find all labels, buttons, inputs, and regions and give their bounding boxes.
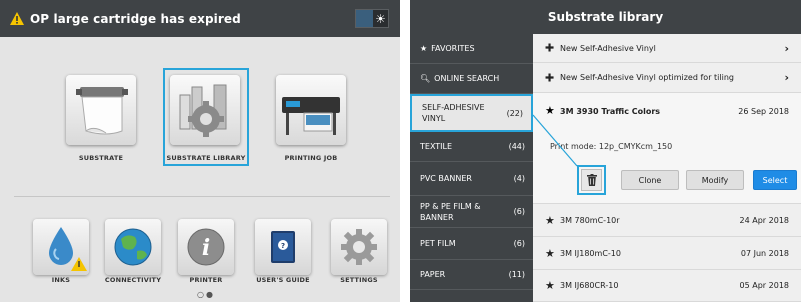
printer-tile[interactable]: i [178, 219, 234, 275]
alert-bar[interactable]: OP large cartridge has expired [0, 0, 400, 37]
sidebar-item-pvc-banner[interactable]: PVC BANNER (4) [410, 162, 533, 196]
sidebar-item-textile[interactable]: TEXTILE (44) [410, 132, 533, 162]
substrate-list: ✚ New Self-Adhesive Vinyl › ✚ New Self-A… [533, 34, 801, 302]
sidebar-item-favorites[interactable]: ★ FAVORITES [410, 34, 533, 64]
sidebar-item-self-adhesive-vinyl[interactable]: SELF-ADHESIVE VINYL (22) [410, 94, 533, 132]
printer-label: PRINTER [189, 276, 223, 284]
substrate-name: 3M 780mC-10r [560, 215, 620, 225]
sidebar-item-label: PP & PE FILM & BANNER [420, 201, 481, 222]
divider [14, 196, 390, 197]
substrate-date: 24 Apr 2018 [739, 215, 789, 225]
sidebar-item-paper[interactable]: PAPER (11) [410, 260, 533, 290]
connectivity-tile[interactable] [105, 219, 161, 275]
printing-job-label: PRINTING JOB [284, 154, 338, 162]
substrate-label: SUBSTRATE [78, 154, 124, 162]
settings-label: SETTINGS [340, 276, 378, 284]
users-guide-label: USER'S GUIDE [256, 276, 310, 284]
selected-substrate-panel: ★ 3M 3930 Traffic Colors 26 Sep 2018 Pri… [533, 93, 801, 204]
new-substrate-tiling-label: New Self-Adhesive Vinyl optimized for ti… [560, 73, 734, 82]
svg-text:?: ? [281, 242, 285, 250]
substrate-library-label: SUBSTRATE LIBRARY [166, 154, 246, 162]
sidebar-item-count: (11) [508, 270, 525, 279]
substrate-date: 07 Jun 2018 [740, 248, 789, 258]
sidebar-item-label: SELF-ADHESIVE VINYL [422, 103, 485, 123]
page-indicator[interactable]: ○● [197, 290, 215, 299]
category-sidebar: ★ FAVORITES 🔍︎ ONLINE SEARCH SELF-ADHESIVE… [410, 34, 533, 302]
sidebar-item-count: (44) [508, 142, 525, 151]
favorite-star-icon[interactable]: ★ [545, 104, 555, 117]
sidebar-item-online-search[interactable]: 🔍︎ ONLINE SEARCH [410, 64, 533, 94]
new-substrate-label: New Self-Adhesive Vinyl [560, 43, 656, 53]
delete-button-highlight [577, 165, 606, 195]
inks-label: INKS [51, 276, 71, 284]
sidebar-item-label: PET FILM [420, 239, 456, 248]
modify-button[interactable]: Modify [686, 170, 744, 190]
guide-book-icon: ? [271, 231, 295, 263]
sidebar-item-count: (4) [513, 174, 525, 183]
globe-icon [114, 228, 152, 266]
substrate-icon [76, 87, 128, 135]
sidebar-item-pet-film[interactable]: PET FILM (6) [410, 228, 533, 260]
sidebar-item-label: PAPER [420, 270, 446, 279]
printer-icon [282, 97, 340, 135]
printing-job-tile[interactable] [276, 75, 346, 145]
sun-icon: ☀ [375, 11, 386, 26]
sidebar-item-label: PVC BANNER [420, 174, 472, 183]
substrate-row[interactable]: ★ 3M IJ180mC-10 07 Jun 2018 [533, 237, 801, 270]
search-icon: 🔍︎ [420, 74, 431, 83]
plus-icon: ✚ [545, 71, 555, 84]
print-mode-text: Print mode: 12p_CMYKcm_150 [550, 142, 673, 151]
selected-substrate-date: 26 Sep 2018 [738, 107, 789, 116]
new-substrate-row[interactable]: ✚ New Self-Adhesive Vinyl › [533, 34, 801, 63]
library-title: Substrate library [547, 10, 664, 24]
substrate-library-highlight [163, 68, 249, 166]
inks-tile[interactable] [33, 219, 89, 275]
sidebar-item-count: (22) [506, 108, 523, 118]
substrate-date: 05 Apr 2018 [739, 281, 789, 290]
svg-text:i: i [202, 235, 210, 261]
sidebar-item-pp-pe-film[interactable]: PP & PE FILM & BANNER (6) [410, 196, 533, 228]
select-button[interactable]: Select [753, 170, 797, 190]
info-icon: i [187, 228, 225, 266]
star-icon: ★ [420, 44, 428, 53]
new-substrate-tiling-row[interactable]: ✚ New Self-Adhesive Vinyl optimized for … [533, 63, 801, 93]
clone-button[interactable]: Clone [621, 170, 679, 190]
substrate-name: 3M IJ180mC-10 [560, 248, 621, 258]
plus-icon: ✚ [545, 41, 555, 55]
connectivity-label: CONNECTIVITY [104, 276, 162, 284]
sidebar-item-count: (6) [513, 239, 525, 248]
screenshot-root: OP large cartridge has expired ☀ SUBSTRA… [0, 0, 801, 302]
star-icon[interactable]: ★ [545, 214, 555, 227]
selected-substrate-name: 3M 3930 Traffic Colors [560, 107, 661, 116]
sidebar-item-count: (6) [513, 207, 525, 216]
selected-substrate-header[interactable]: ★ 3M 3930 Traffic Colors 26 Sep 2018 [533, 93, 801, 131]
star-icon[interactable]: ★ [545, 279, 555, 292]
brightness-dark-half [356, 10, 373, 27]
gear-icon [341, 229, 377, 265]
star-icon[interactable]: ★ [545, 247, 555, 260]
library-title-bar: Substrate library [410, 0, 801, 34]
warning-icon [10, 12, 24, 25]
users-guide-tile[interactable]: ? [255, 219, 311, 275]
alert-title: OP large cartridge has expired [30, 11, 241, 26]
ink-drop-icon [49, 227, 87, 271]
chevron-right-icon: › [784, 71, 789, 84]
substrate-tile[interactable] [66, 75, 136, 145]
substrate-row[interactable]: ★ 3M IJ680CR-10 05 Apr 2018 [533, 270, 801, 302]
substrate-library-screen: Substrate library ★ FAVORITES 🔍︎ ONLINE SE… [410, 0, 801, 302]
sidebar-item-label: ONLINE SEARCH [434, 74, 500, 83]
substrate-row[interactable]: ★ 3M 780mC-10r 24 Apr 2018 [533, 204, 801, 237]
settings-tile[interactable] [331, 219, 387, 275]
chevron-right-icon: › [784, 41, 789, 55]
home-screen: OP large cartridge has expired ☀ SUBSTRA… [0, 0, 400, 302]
brightness-toggle[interactable]: ☀ [355, 9, 389, 28]
sidebar-item-label: FAVORITES [431, 44, 475, 53]
sidebar-item-label: TEXTILE [420, 142, 453, 151]
substrate-name: 3M IJ680CR-10 [560, 281, 619, 290]
